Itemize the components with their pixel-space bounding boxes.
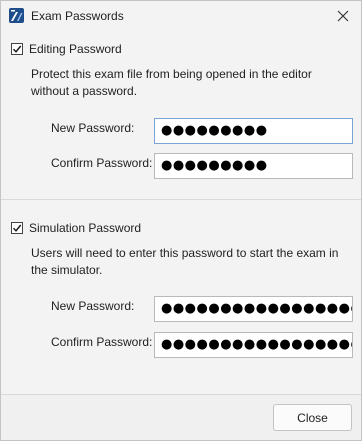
simulation-password-checkbox-row[interactable]: Simulation Password [11, 221, 141, 235]
simulation-password-checkbox[interactable] [11, 222, 23, 234]
editing-new-password-label: New Password: [51, 121, 135, 135]
checkmark-icon [12, 45, 22, 53]
close-button[interactable]: Close [273, 404, 352, 431]
editing-password-checkbox-row[interactable]: Editing Password [11, 42, 122, 56]
title-bar: Exam Passwords [1, 1, 361, 31]
editing-password-checkbox[interactable] [11, 43, 23, 55]
editing-new-password-input[interactable]: ●●●●●●●●● [154, 118, 353, 144]
simulation-new-password-label: New Password: [51, 299, 135, 313]
close-icon [337, 10, 349, 22]
simulation-password-label: Simulation Password [29, 221, 142, 235]
checkmark-icon [12, 224, 22, 232]
dialog-footer: Close [1, 394, 361, 440]
window-title: Exam Passwords [31, 9, 124, 23]
simulation-new-password-input[interactable]: ●●●●●●●●●●●●●●●●●●●●● [154, 296, 353, 322]
editing-confirm-password-label: Confirm Password: [51, 156, 153, 170]
simulation-confirm-password-label: Confirm Password: [51, 335, 153, 349]
simulation-confirm-password-input[interactable]: ●●●●●●●●●●●●●●●●●●●●● [154, 332, 353, 358]
dialog-window: Exam Passwords Editing Password Protect … [0, 0, 362, 441]
window-close-button[interactable] [329, 3, 357, 29]
editing-confirm-password-input[interactable]: ●●●●●●●●● [154, 153, 353, 179]
simulation-password-description: Users will need to enter this password t… [31, 246, 339, 277]
section-divider [1, 199, 361, 200]
editing-password-description: Protect this exam file from being opened… [31, 67, 312, 98]
editing-password-label: Editing Password [29, 42, 122, 56]
app-logo-icon [9, 8, 24, 23]
